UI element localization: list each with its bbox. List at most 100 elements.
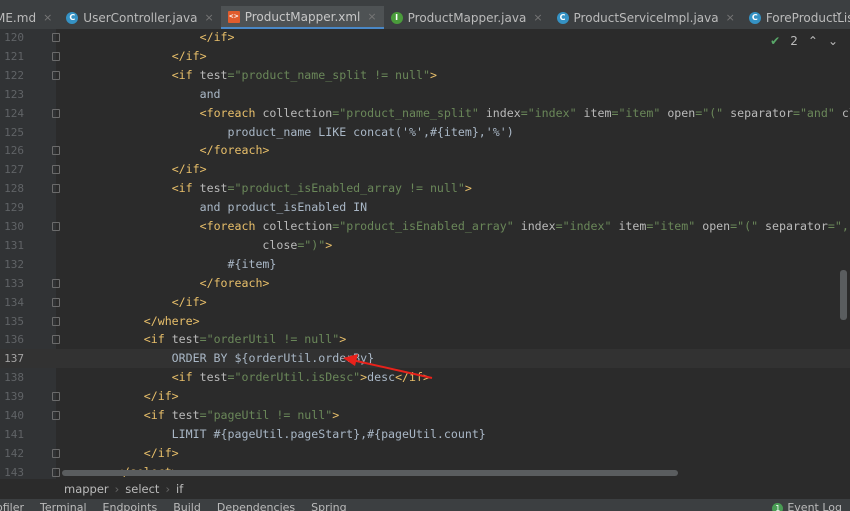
fold-marker-icon[interactable] xyxy=(52,184,60,194)
line-number: 138 xyxy=(4,371,24,385)
code-line: 125 product_name LIKE concat('%',#{item}… xyxy=(0,123,850,142)
fold-marker-icon[interactable] xyxy=(52,70,60,80)
code-token: ="pageUtil != null" xyxy=(199,408,333,422)
breadcrumb-separator: › xyxy=(114,482,120,496)
tab-productmapper-xml[interactable]: <> ProductMapper.xml × xyxy=(220,6,384,29)
close-icon[interactable]: × xyxy=(367,10,376,23)
code-token: ="," xyxy=(827,219,850,233)
code-token: collection xyxy=(262,219,333,233)
tool-window-dependencies[interactable]: Dependencies xyxy=(217,501,295,511)
code-line: 140 <if test="pageUtil != null"> xyxy=(0,406,850,425)
code-token: item xyxy=(618,219,647,233)
close-icon[interactable]: × xyxy=(533,11,542,24)
code-token: ="product_isEnabled_array != null" xyxy=(227,181,465,196)
code-line: 131 close=")"> xyxy=(0,236,850,255)
code-token: ="(" xyxy=(695,105,731,120)
code-token: ="item" xyxy=(611,105,668,120)
code-token: <if xyxy=(171,67,200,82)
interface-icon: I xyxy=(390,11,403,24)
line-number: 133 xyxy=(4,276,24,290)
code-line: 127 </if> xyxy=(0,160,850,179)
code-token: ="product_isEnabled_array" xyxy=(332,219,521,233)
code-token: #{item} xyxy=(60,256,277,271)
code-token: </foreach> xyxy=(199,143,270,158)
fold-marker-icon[interactable] xyxy=(52,278,60,288)
line-number: 132 xyxy=(4,257,24,271)
inspection-count: 2 xyxy=(790,34,798,48)
code-token: ORDER BY ${orderUtil.orderBy} xyxy=(60,351,375,366)
code-text: <if test="pageUtil != null"> xyxy=(60,406,339,425)
fold-marker-icon[interactable] xyxy=(52,108,60,118)
event-log-button[interactable]: 1 Event Log xyxy=(772,499,842,511)
fold-marker-icon[interactable] xyxy=(52,335,60,345)
breadcrumb-item[interactable]: select xyxy=(125,482,159,496)
code-token: open xyxy=(702,219,731,233)
fold-marker-icon[interactable] xyxy=(52,165,60,175)
code-line: 130 <foreach collection="product_isEnabl… xyxy=(0,217,850,236)
chevron-down-icon[interactable]: ⌄ xyxy=(828,34,838,48)
chevron-up-icon[interactable]: ⌃ xyxy=(808,34,818,48)
chevron-down-icon[interactable]: ⌄ xyxy=(834,4,844,18)
code-token: </if> xyxy=(171,294,207,309)
line-number: 135 xyxy=(4,314,24,328)
tool-window-build[interactable]: Build xyxy=(173,501,201,511)
line-number: 123 xyxy=(4,87,24,101)
code-token: collection xyxy=(262,105,333,120)
code-token: ="product_name_split" xyxy=(332,105,486,120)
code-text: </if> xyxy=(60,293,207,312)
tool-window-endpoints[interactable]: Endpoints xyxy=(103,501,158,511)
code-editor[interactable]: 120 </if> 121 </if> 122 <if test="product_… xyxy=(0,29,850,479)
line-number: 141 xyxy=(4,427,24,441)
code-text: #{item} xyxy=(60,255,277,274)
breadcrumb-item[interactable]: mapper xyxy=(64,482,109,496)
code-token: open xyxy=(667,105,696,120)
code-line: 126 </foreach> xyxy=(0,141,850,160)
fold-marker-icon[interactable] xyxy=(52,448,60,458)
inspection-widget[interactable]: ✔ 2 ⌃ ⌄ xyxy=(770,34,838,48)
tab-usercontroller-java[interactable]: C UserController.java × xyxy=(59,6,220,29)
code-token: test xyxy=(199,67,228,82)
close-icon[interactable]: × xyxy=(205,11,214,24)
tab-label: ProductMapper.java xyxy=(407,10,527,25)
xml-file-icon: <> xyxy=(227,10,240,23)
vertical-scrollbar[interactable] xyxy=(840,270,847,320)
tool-window-spring[interactable]: Spring xyxy=(311,501,347,511)
code-text: LIMIT #{pageUtil.pageStart},#{pageUtil.c… xyxy=(60,425,486,444)
tab-me-md[interactable]: ME.md × xyxy=(0,6,59,29)
fold-marker-icon[interactable] xyxy=(52,222,60,231)
code-text: and product_isEnabled IN xyxy=(60,198,368,217)
fold-marker-icon[interactable] xyxy=(52,411,60,420)
code-token: </if> xyxy=(395,370,430,385)
horizontal-scrollbar[interactable] xyxy=(62,470,678,476)
fold-marker-icon[interactable] xyxy=(52,146,60,156)
tool-window-ofiler[interactable]: ofiler xyxy=(0,501,24,511)
fold-marker-icon[interactable] xyxy=(52,297,60,307)
fold-marker-icon[interactable] xyxy=(52,51,60,61)
code-text: <if test="product_name_split != null"> xyxy=(60,66,437,85)
tab-label: ProductServiceImpl.java xyxy=(573,10,719,25)
line-number: 130 xyxy=(4,220,24,233)
tab-productmapper-java[interactable]: I ProductMapper.java × xyxy=(384,6,550,29)
line-number: 120 xyxy=(4,31,24,44)
fold-marker-icon[interactable] xyxy=(52,467,60,477)
tab-productserviceimpl-java[interactable]: C ProductServiceImpl.java × xyxy=(550,6,742,29)
fold-marker-icon[interactable] xyxy=(52,392,60,402)
fold-marker-icon[interactable] xyxy=(52,316,60,326)
code-line: 124 <foreach collection="product_name_sp… xyxy=(0,104,850,123)
code-token: test xyxy=(199,370,228,385)
code-line: 135 </where> xyxy=(0,312,850,331)
event-log-badge: 1 xyxy=(772,503,784,511)
tool-window-terminal[interactable]: Terminal xyxy=(40,501,87,511)
close-icon[interactable]: × xyxy=(43,11,52,24)
fold-marker-icon[interactable] xyxy=(52,33,60,42)
close-icon[interactable]: × xyxy=(726,11,735,24)
breadcrumb-item[interactable]: if xyxy=(176,482,183,496)
breadcrumb-separator: › xyxy=(165,482,171,496)
code-line: 141 LIMIT #{pageUtil.pageStart},#{pageUt… xyxy=(0,425,850,444)
code-token: > xyxy=(464,181,472,196)
